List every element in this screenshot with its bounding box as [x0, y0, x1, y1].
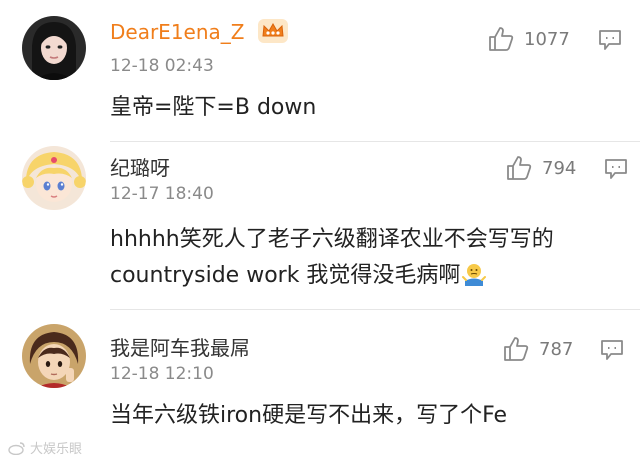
comment-2: 纪璐呀 12-17 18:40 hhhhh笑死人了老子六级翻译农业不会写写的 c…: [0, 142, 640, 310]
reply-button[interactable]: [604, 158, 628, 184]
like-count: 787: [539, 338, 574, 360]
reply-button[interactable]: [598, 29, 622, 55]
comment-icon: [599, 30, 621, 50]
avatar[interactable]: [22, 324, 86, 388]
avatar[interactable]: [22, 16, 86, 80]
comment-text: 皇帝=陛下=B down: [110, 95, 317, 120]
crown-vip-icon: [258, 19, 288, 43]
reply-button[interactable]: [600, 339, 624, 365]
comment-text: 当年六级铁iron硬是写不出来，写了个Fe: [110, 403, 508, 428]
watermark-text: 大娱乐眼: [30, 442, 83, 457]
like-button[interactable]: 794: [506, 155, 576, 181]
comment-icon: [605, 159, 627, 179]
comment-time: 12-18 12:10: [110, 364, 214, 384]
like-button[interactable]: 787: [503, 336, 573, 362]
weibo-logo-icon: [8, 441, 25, 455]
like-count: 794: [542, 157, 577, 179]
thumbs-up-icon: [504, 337, 529, 361]
avatar[interactable]: [22, 146, 86, 210]
comment-text-line-2-text: countryside work 我觉得没毛病啊: [110, 263, 461, 288]
username[interactable]: 我是阿车我最屌: [110, 332, 250, 361]
comment-text-line-1: hhhhh笑死人了老子六级翻译农业不会写写的: [110, 227, 554, 252]
thumbs-up-icon: [507, 156, 532, 180]
like-count: 1077: [524, 28, 570, 50]
watermark: 大娱乐眼: [8, 438, 82, 457]
like-button[interactable]: 1077: [488, 26, 570, 52]
comment-text-line-2: countryside work 我觉得没毛病啊: [110, 258, 487, 298]
shrug-emoji: [462, 262, 487, 298]
username[interactable]: 纪璐呀: [110, 152, 170, 181]
comment-3: 我是阿车我最屌 12-18 12:10 当年六级铁iron硬是写不出来，写了个F…: [0, 310, 640, 462]
username[interactable]: DearE1ena_Z: [110, 20, 244, 44]
thumbs-up-icon: [489, 27, 514, 51]
comment-time: 12-17 18:40: [110, 184, 214, 204]
comment-time: 12-18 02:43: [110, 56, 214, 76]
comment-icon: [601, 340, 623, 360]
comment-1: DearE1ena_Z 12-18 02:43 皇帝=陛下=B down 107…: [0, 0, 640, 142]
